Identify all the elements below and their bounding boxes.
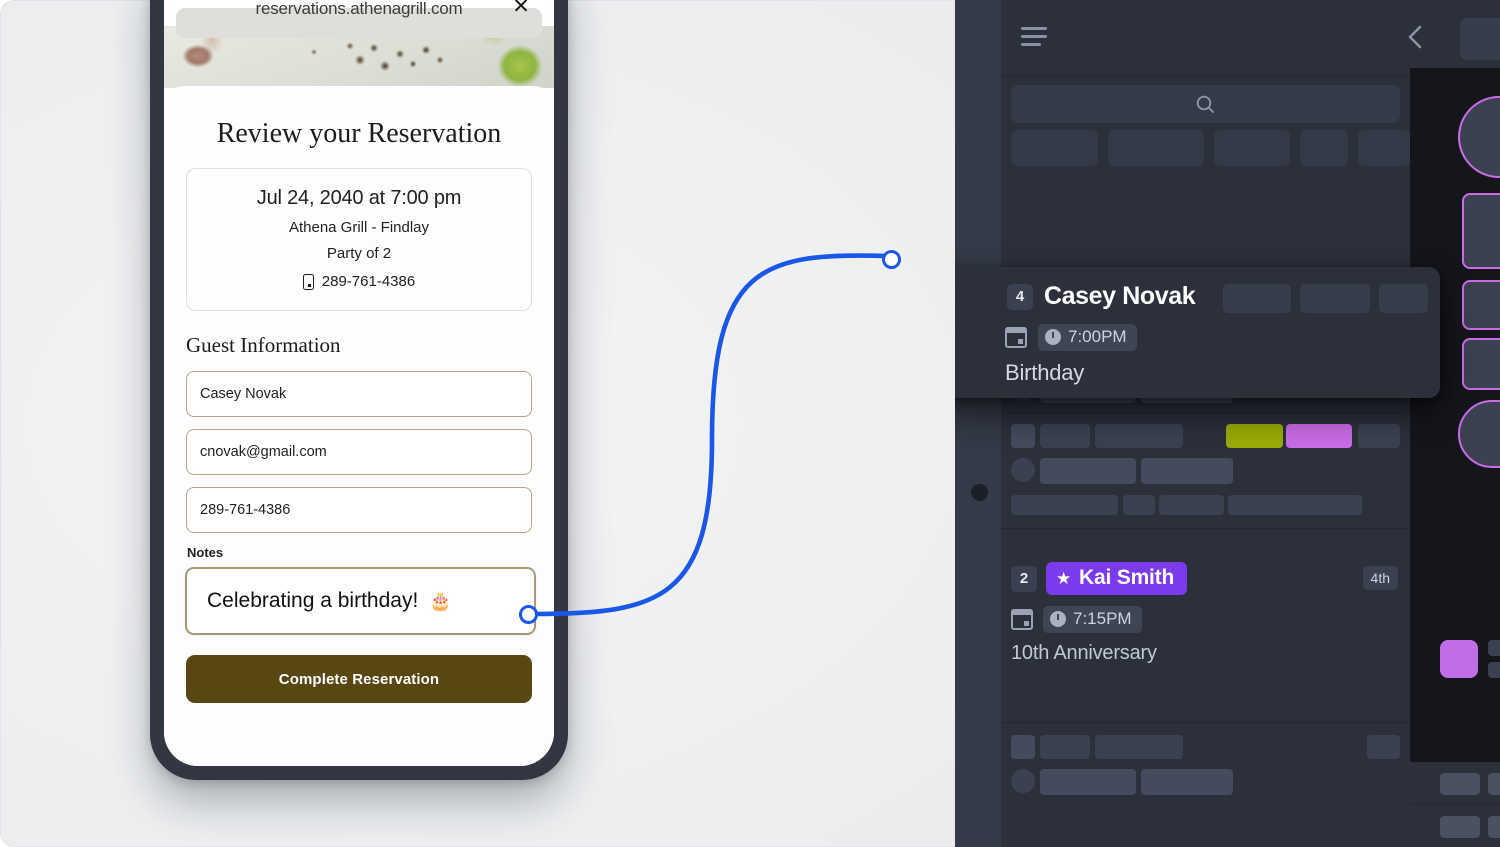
phone-icon — [302, 273, 314, 290]
floorplan-selected-chip[interactable] — [1440, 640, 1478, 678]
reservation-list-panel: 2 ★ Kai Smith 4th 7:15PM 10th Anniversar… — [955, 77, 1440, 847]
sidebar-indicator-dot[interactable] — [971, 484, 988, 501]
summary-party-size: Party of 2 — [326, 245, 392, 262]
notes-value: Celebrating a birthday! — [207, 589, 419, 612]
connector-node-source[interactable] — [519, 605, 538, 624]
guest-name: Casey Novak — [1044, 282, 1196, 310]
app-topbar — [1001, 0, 1500, 76]
summary-phone: 289-761-4386 — [321, 273, 416, 290]
summary-datetime: Jul 24, 2040 at 7:00 pm — [256, 187, 462, 209]
reservation-time: 7:00PM — [1068, 327, 1127, 346]
connector-node-target[interactable] — [882, 250, 901, 269]
birthday-cake-icon: 🎂 — [429, 590, 452, 611]
guest-email-value: cnovak@gmail.com — [200, 444, 327, 460]
chevron-left-icon[interactable] — [1402, 22, 1428, 52]
guest-name-field[interactable]: Casey Novak — [186, 371, 532, 417]
guest-phone-value: 289-761-4386 — [200, 502, 291, 518]
floorplan-table-rect[interactable] — [1462, 280, 1500, 330]
filter-chip[interactable] — [1107, 130, 1204, 166]
clock-icon — [1045, 329, 1061, 345]
party-size-badge: 2 — [1011, 565, 1037, 592]
reservation-time: 7:15PM — [1073, 609, 1132, 628]
filter-chip[interactable] — [1300, 130, 1348, 166]
phone-mockup: reservations.athenagrill.com ✕ Review yo… — [150, 0, 568, 780]
card-action-button[interactable] — [1379, 284, 1428, 313]
hamburger-menu-icon[interactable] — [1021, 27, 1047, 47]
reservation-note: 10th Anniversary — [1011, 642, 1157, 664]
guest-name-value: Casey Novak — [200, 386, 287, 402]
close-icon[interactable]: ✕ — [510, 0, 532, 17]
tag-violet[interactable] — [1286, 424, 1352, 448]
calendar-icon — [1010, 608, 1034, 630]
browser-url-bar[interactable]: reservations.athenagrill.com ✕ — [176, 0, 542, 38]
summary-phone-row: 289-761-4386 — [197, 273, 521, 290]
guest-name: Kai Smith — [1079, 566, 1175, 589]
filter-chips-row — [1011, 130, 1411, 166]
search-input[interactable] — [1011, 85, 1400, 123]
table-number-badge: 4th — [1362, 566, 1398, 590]
reservation-row-placeholder[interactable] — [1001, 723, 1410, 803]
summary-location: Athena Grill - Findlay — [288, 219, 430, 236]
guest-email-field[interactable]: cnovak@gmail.com — [186, 429, 532, 475]
filter-chip[interactable] — [1011, 130, 1098, 166]
floorplan-table-rect[interactable] — [1462, 338, 1500, 390]
reservation-card-casey-novak[interactable]: 4 Casey Novak 7:00PM Birthday — [955, 267, 1440, 398]
reservation-note: Birthday — [1005, 360, 1085, 385]
party-size-badge: 4 — [1007, 283, 1033, 310]
filter-chip[interactable] — [1213, 130, 1291, 166]
filter-chip[interactable] — [1357, 130, 1411, 166]
topbar-action-button[interactable] — [1460, 18, 1500, 60]
phone-screen: reservations.athenagrill.com ✕ Review yo… — [164, 0, 554, 766]
card-action-button[interactable] — [1223, 284, 1291, 313]
reservation-summary-card: Jul 24, 2040 at 7:00 pm Athena Grill - F… — [186, 168, 532, 311]
screenshot-root: reservations.athenagrill.com ✕ Review yo… — [0, 0, 1500, 847]
app-sidebar-rail[interactable] — [955, 0, 1001, 847]
search-icon — [1196, 95, 1214, 113]
floorplan-panel[interactable] — [1410, 68, 1500, 762]
complete-reservation-button[interactable]: Complete Reservation — [186, 655, 532, 703]
floorplan-table-oval[interactable] — [1458, 400, 1500, 468]
tag-olive[interactable] — [1226, 424, 1283, 448]
reservation-time-pill[interactable]: 7:00PM — [1038, 324, 1137, 351]
reservation-row-kai-smith[interactable]: 2 ★ Kai Smith 4th 7:15PM 10th Anniversar… — [1001, 529, 1410, 723]
floorplan-footer — [1410, 762, 1500, 847]
guest-phone-field[interactable]: 289-761-4386 — [186, 487, 532, 533]
url-text: reservations.athenagrill.com — [255, 0, 463, 18]
floorplan-table-oval[interactable] — [1458, 96, 1500, 178]
card-action-button[interactable] — [1300, 284, 1370, 313]
guest-name-pill[interactable]: ★ Kai Smith — [1046, 562, 1188, 595]
reservation-time-pill[interactable]: 7:15PM — [1043, 606, 1142, 633]
reservation-app-panel: 2 ★ Kai Smith 4th 7:15PM 10th Anniversar… — [955, 0, 1500, 847]
floorplan-table-rect[interactable] — [1462, 193, 1500, 269]
notes-input[interactable]: Celebrating a birthday! 🎂 — [185, 567, 536, 635]
notes-label: Notes — [187, 545, 224, 560]
guest-information-heading: Guest Information — [186, 333, 341, 357]
clock-icon — [1050, 611, 1066, 627]
calendar-icon — [1004, 326, 1028, 348]
star-icon: ★ — [1056, 568, 1072, 588]
reservation-row-placeholder[interactable] — [1001, 413, 1410, 529]
page-title: Review your Reservation — [216, 118, 502, 149]
reservation-sheet: Review your Reservation Jul 24, 2040 at … — [164, 86, 554, 766]
